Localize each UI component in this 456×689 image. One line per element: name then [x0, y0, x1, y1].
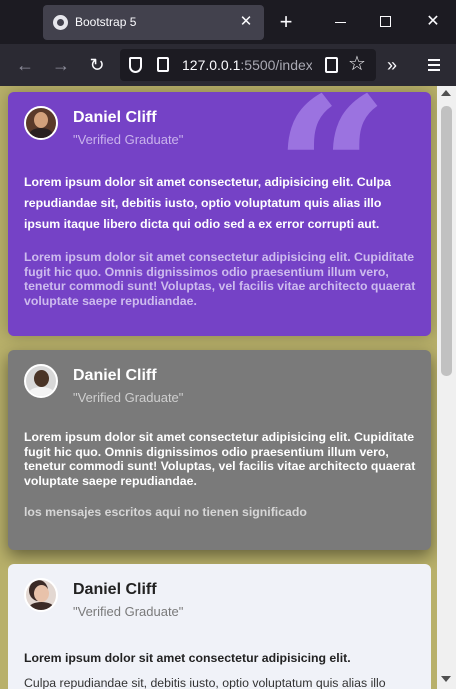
scroll-thumb[interactable]	[441, 106, 452, 376]
testimonial-name: Daniel Cliff	[73, 109, 157, 126]
page-viewport: “ Daniel Cliff "Verified Graduate" Lorem…	[0, 86, 456, 689]
reader-icon[interactable]	[325, 57, 338, 73]
tab-strip: Bootstrap 5 ✕ + ✕	[0, 0, 456, 44]
shield-icon[interactable]	[129, 57, 142, 73]
testimonial-name: Daniel Cliff	[73, 367, 157, 384]
minimize-icon[interactable]	[331, 12, 351, 32]
scroll-down-icon[interactable]	[441, 676, 451, 682]
testimonial-card: Daniel Cliff "Verified Graduate" Lorem i…	[8, 350, 431, 550]
testimonial-headline: Lorem ipsum dolor sit amet consectetur, …	[24, 175, 391, 231]
star-icon[interactable]: ☆	[348, 52, 366, 76]
page-icon[interactable]	[157, 57, 169, 72]
browser-tab[interactable]: Bootstrap 5 ✕	[43, 5, 264, 40]
testimonial-name: Daniel Cliff	[73, 581, 157, 598]
testimonial-role: "Verified Graduate"	[73, 390, 184, 405]
avatar	[24, 578, 58, 612]
tab-title: Bootstrap 5	[75, 15, 137, 29]
testimonial-card: Daniel Cliff "Verified Graduate" Lorem i…	[8, 564, 431, 689]
window-close-icon[interactable]: ✕	[423, 12, 443, 32]
close-icon[interactable]: ✕	[236, 12, 256, 32]
back-icon[interactable]: ←	[12, 52, 38, 78]
avatar	[24, 364, 58, 398]
forward-icon[interactable]: →	[48, 52, 74, 78]
testimonial-headline: Lorem ipsum dolor sit amet consectetur a…	[24, 651, 351, 665]
testimonial-body: los mensajes escritos aqui no tienen sig…	[24, 505, 307, 519]
vertical-scrollbar[interactable]	[437, 86, 456, 689]
scroll-up-icon[interactable]	[441, 90, 451, 96]
address-bar[interactable]: 127.0.0.1:5500/index. ☆	[120, 49, 376, 81]
favicon-icon	[53, 15, 68, 30]
testimonial-card: “ Daniel Cliff "Verified Graduate" Lorem…	[8, 92, 431, 336]
maximize-icon[interactable]	[376, 12, 396, 32]
testimonial-headline: Lorem ipsum dolor sit amet consectetur a…	[24, 430, 416, 488]
plus-icon[interactable]: +	[275, 10, 297, 34]
testimonial-role: "Verified Graduate"	[73, 604, 184, 619]
testimonial-body: Lorem ipsum dolor sit amet consectetur a…	[24, 250, 416, 308]
testimonial-role: "Verified Graduate"	[73, 132, 184, 147]
reload-icon[interactable]: ↻	[84, 52, 110, 78]
overflow-icon[interactable]: »	[387, 52, 397, 78]
testimonial-body: Culpa repudiandae sit, debitis iusto, op…	[24, 676, 386, 689]
navigation-toolbar: ← → ↻ 127.0.0.1:5500/index. ☆ »	[0, 44, 456, 86]
url-text[interactable]: 127.0.0.1:5500/index.	[182, 57, 312, 73]
menu-icon[interactable]	[426, 52, 442, 78]
avatar	[24, 106, 58, 140]
